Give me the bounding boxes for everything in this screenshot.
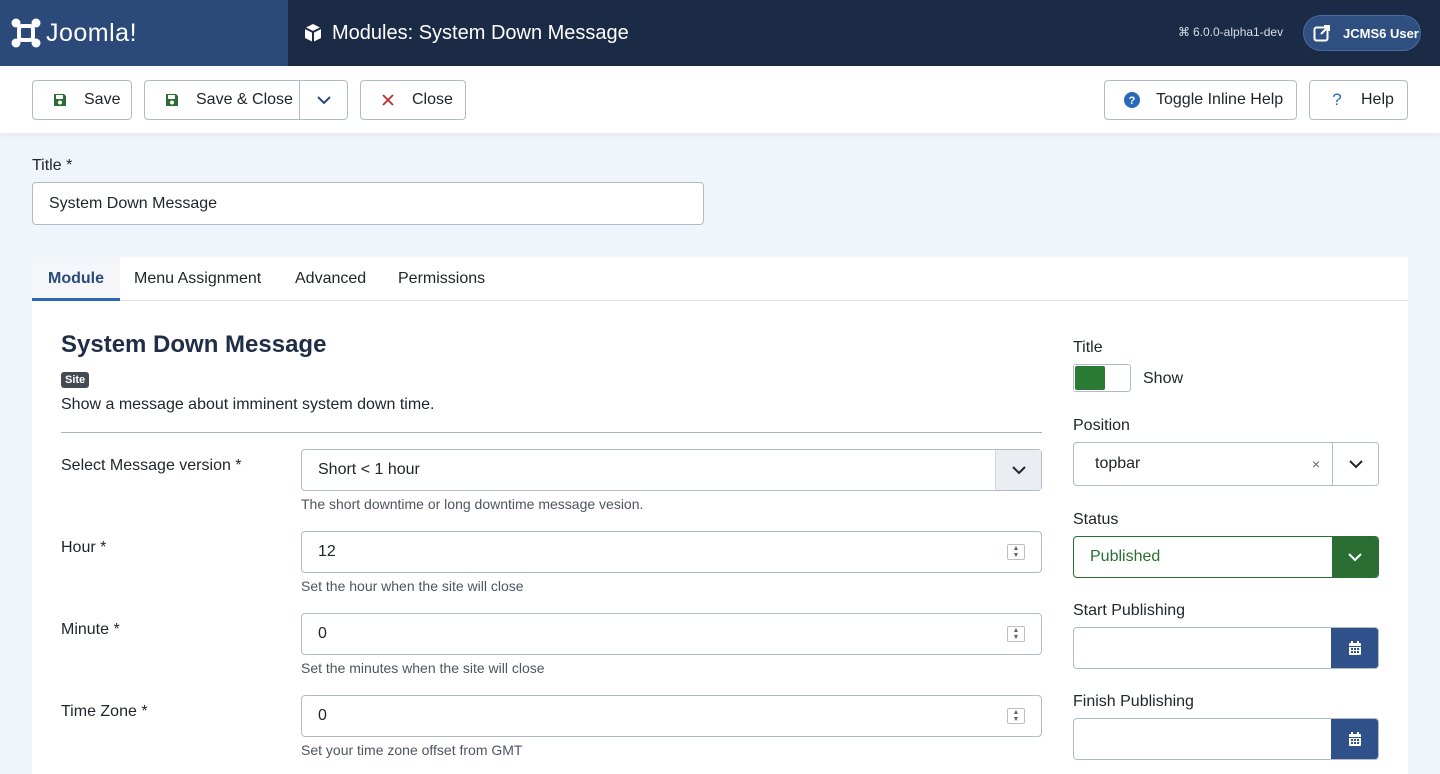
message-version-label: Select Message version * [61,457,242,474]
help-button[interactable]: ? Help [1309,80,1408,120]
toggle-knob [1075,366,1105,390]
close-button[interactable]: Close [360,80,466,120]
position-label: Position [1073,417,1130,434]
finish-calendar-button[interactable] [1331,719,1378,759]
number-spinner[interactable]: ▲ ▼ [1007,544,1025,560]
timezone-help: Set your time zone offset from GMT [301,742,523,758]
position-select[interactable]: topbar × [1073,442,1379,486]
position-dropdown-arrow[interactable] [1332,443,1378,485]
show-title-label: Title [1073,339,1103,356]
version-text: 6.0.0-alpha1-dev [1193,25,1284,39]
close-label: Close [412,91,453,108]
site-badge: Site [61,372,90,388]
select-arrow[interactable] [995,450,1041,490]
floppy-disk-icon [52,93,68,107]
timezone-input[interactable]: 0 ▲ ▼ [301,695,1042,737]
minute-value: 0 [318,625,327,642]
finish-publishing-label: Finish Publishing [1073,693,1194,710]
save-label: Save [84,91,121,108]
divider [61,432,1042,433]
question-icon: ? [1332,90,1342,109]
message-version-help: The short downtime or long downtime mess… [301,496,644,512]
minute-label: Minute * [61,621,120,638]
status-dropdown-arrow[interactable] [1332,537,1378,577]
external-link-icon [1313,25,1330,42]
hour-value: 12 [318,543,336,560]
finish-publishing-input[interactable] [1073,718,1379,760]
toggle-help-label: Toggle Inline Help [1156,91,1284,108]
close-icon [380,94,396,106]
question-circle-icon: ? [1124,92,1140,108]
title-input[interactable]: System Down Message [32,182,704,225]
save-button[interactable]: Save [32,80,132,120]
tab-permissions[interactable]: Permissions [382,257,501,301]
floppy-disk-icon [164,93,180,107]
logo-text: Joomla! [46,18,138,47]
toggle-inline-help-button[interactable]: ? Toggle Inline Help [1104,80,1297,120]
page-title: Modules: System Down Message [332,21,629,44]
save-options-dropdown[interactable] [299,81,348,119]
status-select[interactable]: Published [1073,536,1379,578]
toolbar: Save Save & Close Close ? Toggle Inline … [0,66,1440,133]
save-close-label: Save & Close [196,91,293,108]
module-heading: System Down Message [61,331,327,358]
module-description: Show a message about imminent system dow… [61,396,435,413]
title-label: Title * [32,157,73,174]
start-publishing-input[interactable] [1073,627,1379,669]
start-calendar-button[interactable] [1331,628,1378,668]
chevron-down-icon [1348,552,1362,561]
number-spinner[interactable]: ▲ ▼ [1007,708,1025,724]
minute-help: Set the minutes when the site will close [301,660,545,676]
page-title-area: Modules: System Down Message [304,0,629,66]
hour-help: Set the hour when the site will close [301,578,524,594]
save-close-button[interactable]: Save & Close [144,80,348,120]
top-header: Joomla! Modules: System Down Message ⌘ 6… [0,0,1440,66]
timezone-value: 0 [318,707,327,724]
joomla-small-icon: ⌘ [1178,25,1190,39]
message-version-select[interactable]: Short < 1 hour [301,449,1042,491]
joomla-logo-icon [11,18,41,48]
tab-menu-assignment[interactable]: Menu Assignment [118,257,277,301]
minute-input[interactable]: 0 ▲ ▼ [301,613,1042,655]
show-title-toggle[interactable] [1073,364,1131,392]
calendar-icon [1348,731,1361,746]
help-label: Help [1361,91,1394,108]
status-label: Status [1073,511,1119,528]
hour-input[interactable]: 12 ▲ ▼ [301,531,1042,573]
timezone-label: Time Zone * [61,703,148,720]
status-value: Published [1090,548,1161,565]
number-spinner[interactable]: ▲ ▼ [1007,626,1025,642]
position-value: topbar [1095,455,1141,472]
show-title-text: Show [1143,370,1184,387]
version-info[interactable]: ⌘ 6.0.0-alpha1-dev [1178,25,1283,39]
message-version-value: Short < 1 hour [318,461,420,478]
user-menu-button[interactable]: JCMS6 User [1303,15,1421,51]
tab-advanced[interactable]: Advanced [279,257,382,301]
clear-position-icon[interactable]: × [1312,443,1320,485]
calendar-icon [1348,640,1361,655]
chevron-down-icon [1011,465,1026,474]
joomla-logo[interactable]: Joomla! [0,0,288,66]
chevron-down-icon [1348,459,1363,468]
svg-text:?: ? [1129,95,1136,107]
tab-bar: Module Menu Assignment Advanced Permissi… [32,257,1408,301]
chevron-down-icon [317,95,331,104]
hour-label: Hour * [61,539,107,556]
tab-module[interactable]: Module [32,257,120,301]
cube-icon [304,24,322,42]
start-publishing-label: Start Publishing [1073,602,1186,619]
user-label: JCMS6 User [1343,25,1419,41]
